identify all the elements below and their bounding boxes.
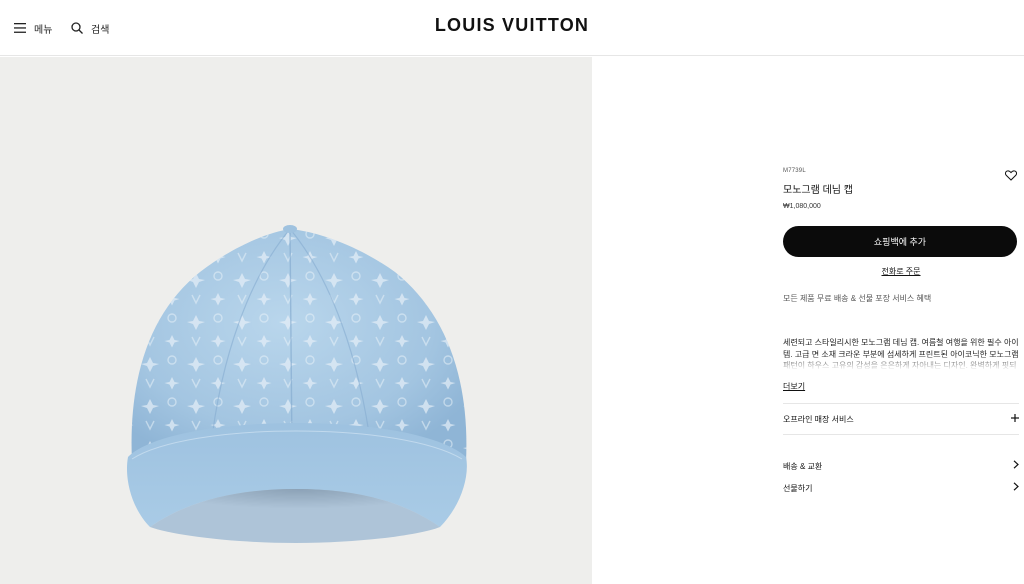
add-to-cart-button[interactable]: 쇼핑백에 추가 — [783, 226, 1017, 257]
phone-order-link[interactable]: 전화로 주문 — [783, 266, 1019, 277]
divider — [783, 434, 1019, 435]
gift-row[interactable]: 선물하기 — [783, 477, 1019, 499]
brand-logo[interactable]: LOUIS VUITTON — [0, 15, 1024, 36]
offline-store-service-row[interactable]: 오프라인 매장 서비스 — [783, 404, 1019, 434]
description-fade — [783, 355, 1019, 373]
plus-icon — [1011, 413, 1019, 425]
product-details: M7739L 모노그램 데님 캡 ₩1,080,000 쇼핑백에 추가 전화로 … — [783, 168, 1019, 499]
product-image — [0, 57, 592, 584]
chevron-right-icon — [1013, 482, 1019, 494]
description-block: 세련되고 스타일리시한 모노그램 데님 캡. 여름철 여행을 위한 필수 아이템… — [783, 337, 1019, 373]
read-more-link[interactable]: 더보기 — [783, 381, 805, 392]
shipping-returns-row[interactable]: 배송 & 교환 — [783, 455, 1019, 477]
chevron-right-icon — [1013, 460, 1019, 472]
heart-icon[interactable] — [1004, 168, 1018, 186]
product-sku: M7739L — [783, 168, 806, 174]
denim-cap-image — [126, 225, 467, 543]
offline-store-service-label: 오프라인 매장 서비스 — [783, 414, 854, 424]
product-price: ₩1,080,000 — [783, 203, 821, 210]
site-header: 메뉴 검색 LOUIS VUITTON — [0, 0, 1024, 56]
gift-label: 선물하기 — [783, 483, 813, 493]
shipping-returns-label: 배송 & 교환 — [783, 461, 823, 471]
product-name: 모노그램 데님 캡 — [783, 185, 853, 196]
benefit-text: 모든 제품 무료 배송 & 선물 포장 서비스 혜택 — [783, 294, 932, 303]
